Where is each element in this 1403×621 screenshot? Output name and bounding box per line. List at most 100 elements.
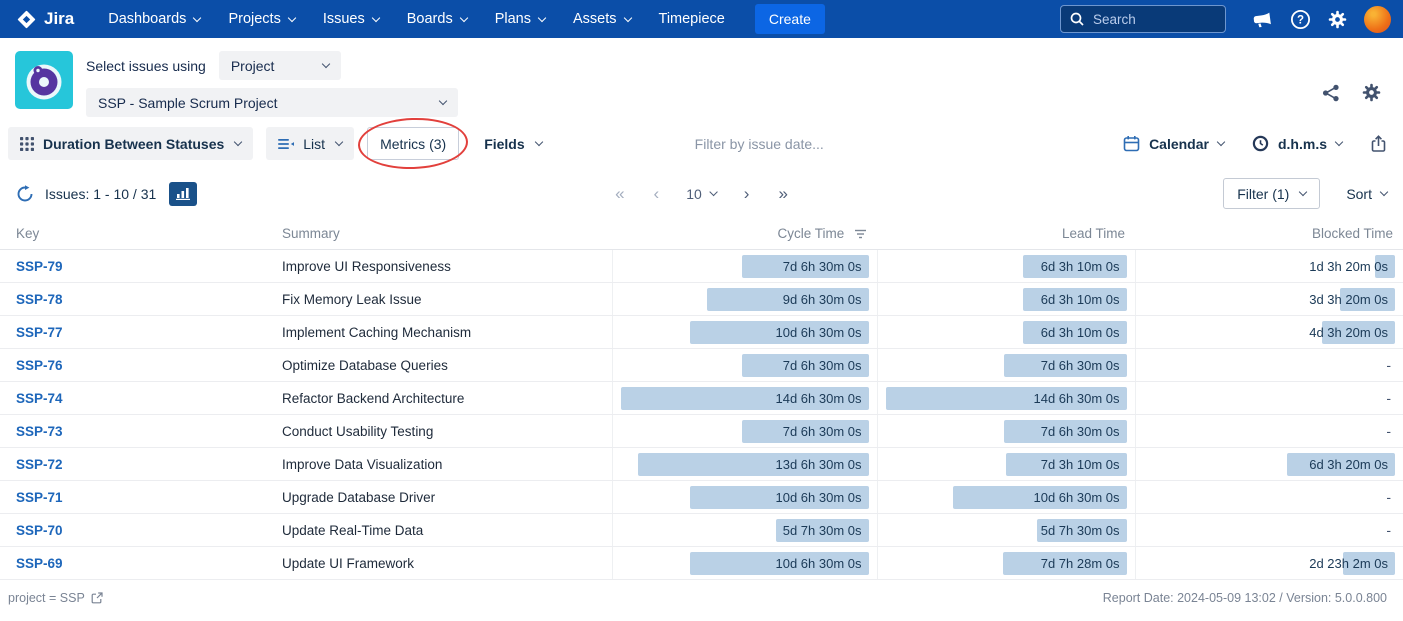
- sort-dropdown[interactable]: Sort: [1346, 186, 1387, 202]
- bar-chart-icon: [176, 187, 191, 200]
- next-page-button[interactable]: ›: [742, 185, 752, 202]
- nav-item-boards[interactable]: Boards: [407, 11, 467, 27]
- duration-value: 5d 7h 30m 0s: [1041, 523, 1127, 538]
- duration-value: 7d 3h 10m 0s: [1041, 457, 1127, 472]
- export-button[interactable]: [1370, 135, 1387, 153]
- duration-value: 10d 6h 30m 0s: [775, 325, 868, 340]
- duration-value: 2d 23h 2m 0s: [1309, 556, 1395, 571]
- issue-summary: Improve Data Visualization: [272, 448, 612, 481]
- jira-logo[interactable]: Jira: [16, 9, 74, 30]
- report-settings-button[interactable]: [1362, 83, 1381, 102]
- cycle-time-cell: 5d 7h 30m 0s: [612, 514, 877, 547]
- chevron-down-icon: [193, 13, 201, 21]
- issue-key-link[interactable]: SSP-72: [16, 457, 63, 472]
- issue-key-link[interactable]: SSP-79: [16, 259, 63, 274]
- share-button[interactable]: [1322, 84, 1340, 102]
- project-select[interactable]: SSP - Sample Scrum Project: [86, 88, 458, 117]
- chevron-down-icon: [372, 13, 380, 21]
- issue-summary: Improve UI Responsiveness: [272, 250, 612, 283]
- help-icon: ?: [1290, 9, 1311, 30]
- time-unit-dropdown[interactable]: d.h.m.s: [1252, 135, 1342, 152]
- metrics-button[interactable]: Metrics (3): [367, 127, 459, 160]
- lead-time-cell: 7d 6h 30m 0s: [877, 415, 1135, 448]
- refresh-icon: [16, 185, 34, 203]
- table-row: SSP-70 Update Real-Time Data 5d 7h 30m 0…: [0, 514, 1403, 547]
- issues-count: Issues: 1 - 10 / 31: [45, 186, 156, 202]
- table-row: SSP-77 Implement Caching Mechanism 10d 6…: [0, 316, 1403, 349]
- help-button[interactable]: ?: [1290, 9, 1311, 30]
- cycle-time-cell: 10d 6h 30m 0s: [612, 316, 877, 349]
- report-toolbar: Duration Between Statuses List Metrics (…: [0, 123, 1403, 172]
- global-search[interactable]: [1060, 5, 1226, 33]
- prev-page-button[interactable]: ‹: [652, 185, 662, 202]
- duration-value: -: [1386, 423, 1395, 439]
- duration-value: 14d 6h 30m 0s: [775, 391, 868, 406]
- search-input[interactable]: [1091, 11, 1216, 28]
- issue-key-link[interactable]: SSP-78: [16, 292, 63, 307]
- settings-button[interactable]: [1328, 10, 1347, 29]
- select-issues-label: Select issues using: [86, 58, 206, 74]
- blocked-time-cell: -: [1135, 514, 1403, 547]
- issue-date-filter[interactable]: Filter by issue date...: [695, 136, 824, 152]
- calendar-dropdown[interactable]: Calendar: [1123, 135, 1224, 152]
- view-mode-dropdown[interactable]: List: [266, 127, 354, 160]
- jql-link[interactable]: project = SSP: [8, 591, 103, 605]
- filter-lines-icon[interactable]: [854, 229, 867, 239]
- chevron-down-icon: [534, 138, 542, 146]
- table-row: SSP-69 Update UI Framework 10d 6h 30m 0s…: [0, 547, 1403, 580]
- report-type-dropdown[interactable]: Duration Between Statuses: [8, 127, 253, 160]
- duration-value: 5d 7h 30m 0s: [783, 523, 869, 538]
- nav-item-assets[interactable]: Assets: [573, 11, 631, 27]
- issue-summary: Optimize Database Queries: [272, 349, 612, 382]
- table-row: SSP-74 Refactor Backend Architecture 14d…: [0, 382, 1403, 415]
- create-button[interactable]: Create: [755, 4, 825, 34]
- grid-icon: [20, 137, 34, 151]
- filter-button[interactable]: Filter (1): [1223, 178, 1320, 209]
- duration-value: 6d 3h 10m 0s: [1041, 325, 1127, 340]
- issue-source-select[interactable]: Project: [219, 51, 341, 80]
- issue-summary: Update Real-Time Data: [272, 514, 612, 547]
- issue-key-link[interactable]: SSP-76: [16, 358, 63, 373]
- fields-dropdown[interactable]: Fields: [472, 127, 553, 160]
- user-avatar[interactable]: [1364, 6, 1391, 33]
- nav-item-issues[interactable]: Issues: [323, 11, 379, 27]
- last-page-button[interactable]: »: [776, 185, 789, 202]
- issue-key-link[interactable]: SSP-73: [16, 424, 63, 439]
- column-header-key: Key: [0, 220, 272, 250]
- blocked-time-cell: -: [1135, 349, 1403, 382]
- issues-bar: Issues: 1 - 10 / 31 « ‹ 10 › » Filter (1…: [0, 172, 1403, 220]
- chart-view-button[interactable]: [169, 182, 197, 206]
- cycle-time-cell: 13d 6h 30m 0s: [612, 448, 877, 481]
- issue-summary: Implement Caching Mechanism: [272, 316, 612, 349]
- issue-key-link[interactable]: SSP-69: [16, 556, 63, 571]
- nav-item-plans[interactable]: Plans: [495, 11, 545, 27]
- duration-value: 6d 3h 10m 0s: [1041, 259, 1127, 274]
- chevron-down-icon: [1217, 138, 1225, 146]
- page-size-dropdown[interactable]: 10: [686, 186, 717, 202]
- column-header-cycle-time: Cycle Time: [612, 220, 877, 250]
- column-header-summary: Summary: [272, 220, 612, 250]
- first-page-button[interactable]: «: [613, 185, 626, 202]
- chevron-down-icon: [234, 138, 242, 146]
- issue-key-link[interactable]: SSP-71: [16, 490, 63, 505]
- issue-summary: Conduct Usability Testing: [272, 415, 612, 448]
- chevron-down-icon: [459, 13, 467, 21]
- cycle-time-cell: 7d 6h 30m 0s: [612, 349, 877, 382]
- jira-logo-icon: [16, 9, 37, 30]
- duration-value: 7d 6h 30m 0s: [1041, 424, 1127, 439]
- svg-text:?: ?: [1297, 14, 1304, 26]
- issue-key-link[interactable]: SSP-70: [16, 523, 63, 538]
- blocked-time-cell: -: [1135, 481, 1403, 514]
- announcements-button[interactable]: [1253, 11, 1273, 28]
- refresh-button[interactable]: [16, 185, 34, 203]
- timepiece-app-icon: [15, 51, 73, 109]
- lead-time-cell: 10d 6h 30m 0s: [877, 481, 1135, 514]
- issue-key-link[interactable]: SSP-74: [16, 391, 63, 406]
- issue-key-link[interactable]: SSP-77: [16, 325, 63, 340]
- lead-time-cell: 6d 3h 10m 0s: [877, 316, 1135, 349]
- duration-value: 7d 6h 30m 0s: [783, 358, 869, 373]
- nav-item-timepiece[interactable]: Timepiece: [659, 11, 725, 27]
- nav-item-projects[interactable]: Projects: [228, 11, 294, 27]
- list-icon: [278, 138, 294, 150]
- nav-item-dashboards[interactable]: Dashboards: [108, 11, 200, 27]
